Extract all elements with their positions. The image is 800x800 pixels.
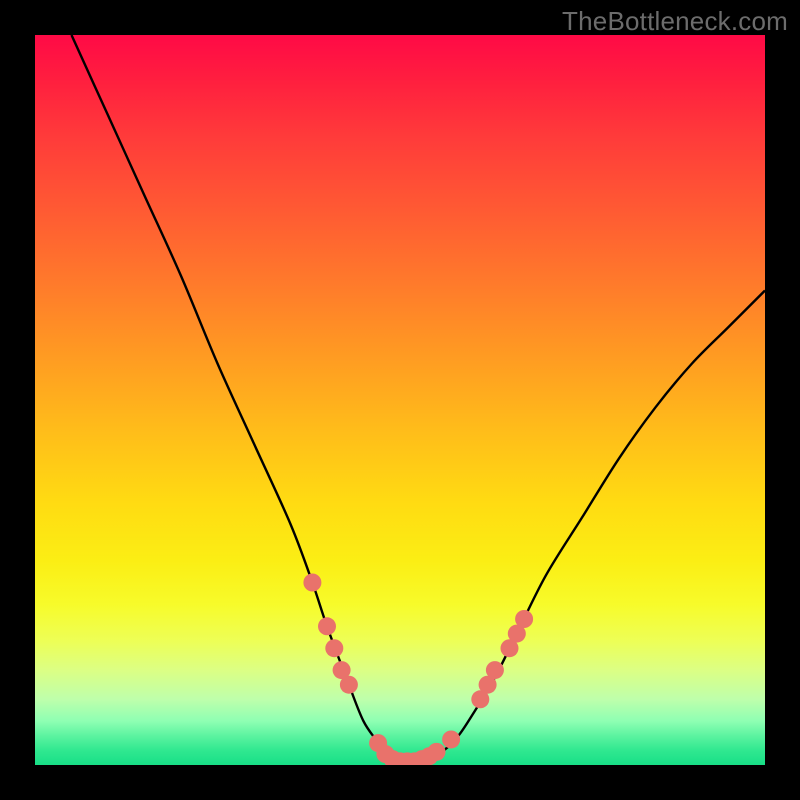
chart-frame: TheBottleneck.com [0,0,800,800]
bottleneck-curve [72,35,766,765]
plot-area [35,35,765,765]
curve-markers [303,574,533,766]
curve-marker [442,730,460,748]
curve-svg [35,35,765,765]
curve-marker [515,610,533,628]
curve-marker [318,617,336,635]
curve-marker [325,639,343,657]
watermark-text: TheBottleneck.com [562,6,788,37]
curve-marker [428,743,446,761]
curve-marker [303,574,321,592]
curve-marker [340,676,358,694]
curve-marker [486,661,504,679]
